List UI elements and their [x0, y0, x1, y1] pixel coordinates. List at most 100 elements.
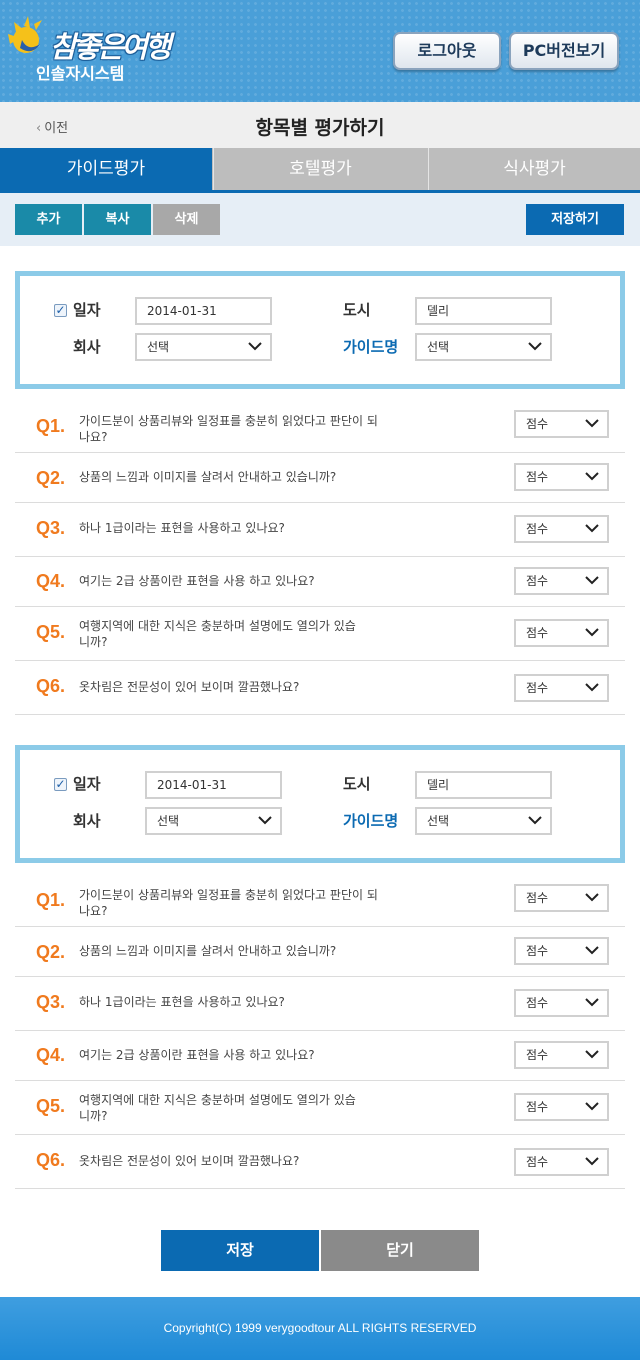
- guide-name-select-value: 선택: [427, 340, 450, 354]
- question-text: 하나 1급이라는 표현을 사용하고 있나요?: [79, 521, 285, 535]
- company-select-value: 선택: [157, 814, 180, 828]
- score-select-value: 점수: [526, 1155, 549, 1169]
- score-select[interactable]: 점수: [514, 1148, 609, 1176]
- score-select-value: 점수: [526, 1100, 549, 1114]
- score-select[interactable]: 점수: [514, 410, 609, 438]
- question-text: 여기는 2급 상품이란 표현을 사용 하고 있나요?: [79, 574, 315, 588]
- score-select[interactable]: 점수: [514, 567, 609, 595]
- question-number: Q6.: [36, 676, 66, 696]
- city-field[interactable]: 델리: [415, 771, 552, 799]
- question-row: Q2. 상품의 느낌과 이미지를 살려서 안내하고 있습니까? 점수: [15, 927, 625, 977]
- chevron-down-icon: [248, 342, 262, 351]
- city-field[interactable]: 델리: [415, 297, 552, 325]
- chevron-down-icon: [585, 576, 599, 585]
- question-row: Q1. 가이드분이 상품리뷰와 일정표를 충분히 읽었다고 판단이 되나요? 점…: [15, 399, 625, 453]
- chevron-down-icon: [585, 998, 599, 1007]
- guide-name-label: 가이드명: [343, 338, 399, 356]
- company-label: 회사: [73, 812, 101, 830]
- chevron-down-icon: [585, 524, 599, 533]
- score-select[interactable]: 점수: [514, 989, 609, 1017]
- question-number: Q6.: [36, 1150, 66, 1170]
- city-label: 도시: [343, 301, 371, 319]
- guide-name-label: 가이드명: [343, 812, 399, 830]
- question-number: Q4.: [36, 571, 66, 591]
- question-text: 가이드분이 상품리뷰와 일정표를 충분히 읽었다고 판단이 되나요?: [79, 888, 378, 918]
- score-select-value: 점수: [526, 522, 549, 536]
- date-field[interactable]: 2014-01-31: [145, 771, 282, 799]
- question-number: Q4.: [36, 1045, 66, 1065]
- question-text: 상품의 느낌과 이미지를 살려서 안내하고 있습니까?: [79, 470, 337, 484]
- question-row: Q5. 여행지역에 대한 지식은 충분하며 설명에도 열의가 있습니까? 점수: [15, 607, 625, 661]
- question-number: Q5.: [36, 1096, 66, 1116]
- score-select[interactable]: 점수: [514, 674, 609, 702]
- save-top-button[interactable]: 저장하기: [526, 204, 624, 235]
- question-text: 옷차림은 전문성이 있어 보이며 깔끔했나요?: [79, 680, 300, 694]
- tab-bar: 가이드평가 호텔평가 식사평가: [0, 148, 640, 190]
- tab-meal-evaluation[interactable]: 식사평가: [428, 148, 640, 190]
- city-label: 도시: [343, 775, 371, 793]
- chevron-down-icon: [585, 893, 599, 902]
- date-field[interactable]: 2014-01-31: [135, 297, 272, 325]
- chevron-down-icon: [528, 816, 542, 825]
- question-number: Q2.: [36, 942, 66, 962]
- question-row: Q5. 여행지역에 대한 지식은 충분하며 설명에도 열의가 있습니까? 점수: [15, 1081, 625, 1135]
- tab-guide-evaluation[interactable]: 가이드평가: [0, 148, 212, 190]
- company-label: 회사: [73, 338, 101, 356]
- score-select[interactable]: 점수: [514, 937, 609, 965]
- chevron-down-icon: [585, 683, 599, 692]
- score-select-value: 점수: [526, 891, 549, 905]
- brand-logo[interactable]: 참좋은여행 인솔자시스템: [6, 14, 176, 84]
- save-button[interactable]: 저장: [161, 1230, 319, 1271]
- select-checkbox[interactable]: ✓: [54, 778, 67, 791]
- score-select[interactable]: 점수: [514, 515, 609, 543]
- question-row: Q4. 여기는 2급 상품이란 표현을 사용 하고 있나요? 점수: [15, 1031, 625, 1081]
- tab-hotel-evaluation[interactable]: 호텔평가: [213, 148, 427, 190]
- score-select-value: 점수: [526, 626, 549, 640]
- company-select[interactable]: 선택: [135, 333, 272, 361]
- score-select[interactable]: 점수: [514, 1041, 609, 1069]
- chevron-down-icon: [585, 472, 599, 481]
- question-text: 여기는 2급 상품이란 표현을 사용 하고 있나요?: [79, 1048, 315, 1062]
- chevron-down-icon: [585, 419, 599, 428]
- question-text: 옷차림은 전문성이 있어 보이며 깔끔했나요?: [79, 1154, 300, 1168]
- action-bar: 추가 복사 삭제 저장하기: [0, 193, 640, 246]
- page-title: 항목별 평가하기: [255, 117, 385, 139]
- score-select[interactable]: 점수: [514, 619, 609, 647]
- guide-name-select-value: 선택: [427, 814, 450, 828]
- score-select-value: 점수: [526, 574, 549, 588]
- question-row: Q4. 여기는 2급 상품이란 표현을 사용 하고 있나요? 점수: [15, 557, 625, 607]
- guide-name-select[interactable]: 선택: [415, 333, 552, 361]
- question-row: Q3. 하나 1급이라는 표현을 사용하고 있나요? 점수: [15, 503, 625, 557]
- question-number: Q3.: [36, 518, 66, 538]
- chevron-down-icon: [585, 1102, 599, 1111]
- chevron-down-icon: [585, 628, 599, 637]
- score-select[interactable]: 점수: [514, 463, 609, 491]
- question-row: Q6. 옷차림은 전문성이 있어 보이며 깔끔했나요? 점수: [15, 1135, 625, 1189]
- copy-button[interactable]: 복사: [84, 204, 151, 235]
- pc-version-button[interactable]: PC버전보기: [509, 32, 619, 70]
- select-checkbox[interactable]: ✓: [54, 304, 67, 317]
- question-text: 여행지역에 대한 지식은 충분하며 설명에도 열의가 있습니까?: [79, 619, 356, 649]
- score-select[interactable]: 점수: [514, 1093, 609, 1121]
- chevron-down-icon: [528, 342, 542, 351]
- close-button[interactable]: 닫기: [321, 1230, 479, 1271]
- company-select[interactable]: 선택: [145, 807, 282, 835]
- question-number: Q3.: [36, 992, 66, 1012]
- delete-button[interactable]: 삭제: [153, 204, 220, 235]
- title-bar: ‹ 이전 항목별 평가하기: [0, 102, 640, 148]
- question-row: Q1. 가이드분이 상품리뷰와 일정표를 충분히 읽었다고 판단이 되나요? 점…: [15, 873, 625, 927]
- footer-copyright: Copyright(C) 1999 verygoodtour ALL RIGHT…: [0, 1297, 640, 1360]
- question-row: Q3. 하나 1급이라는 표현을 사용하고 있나요? 점수: [15, 977, 625, 1031]
- company-select-value: 선택: [147, 340, 170, 354]
- chevron-down-icon: [585, 946, 599, 955]
- score-select-value: 점수: [526, 681, 549, 695]
- guide-name-select[interactable]: 선택: [415, 807, 552, 835]
- logout-button[interactable]: 로그아웃: [393, 32, 501, 70]
- question-number: Q1.: [36, 416, 66, 436]
- question-text: 하나 1급이라는 표현을 사용하고 있나요?: [79, 995, 285, 1009]
- question-text: 여행지역에 대한 지식은 충분하며 설명에도 열의가 있습니까?: [79, 1093, 356, 1123]
- score-select-value: 점수: [526, 417, 549, 431]
- add-button[interactable]: 추가: [15, 204, 82, 235]
- score-select[interactable]: 점수: [514, 884, 609, 912]
- chevron-down-icon: [258, 816, 272, 825]
